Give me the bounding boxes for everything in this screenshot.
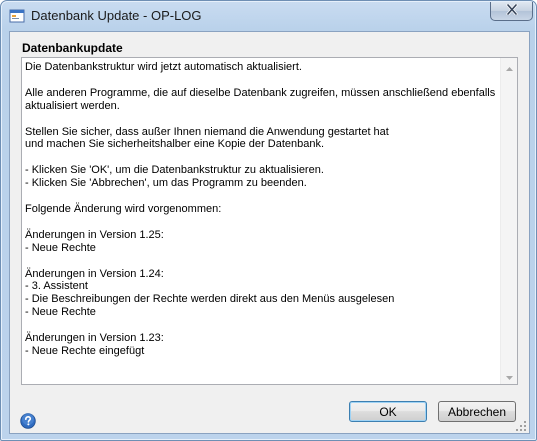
cancel-button[interactable]: Abbrechen <box>438 401 516 422</box>
scroll-down-arrow-icon <box>505 367 513 385</box>
scroll-up-button[interactable] <box>501 58 517 75</box>
scroll-up-arrow-icon <box>505 58 513 76</box>
title-bar[interactable]: Datenbank Update - OP-LOG <box>1 1 536 31</box>
close-icon <box>506 2 518 20</box>
help-icon[interactable] <box>20 413 36 429</box>
app-window-icon <box>9 8 25 24</box>
section-title: Datenbankupdate <box>22 41 123 55</box>
dialog-client-area: Datenbankupdate Die Datenbankstruktur wi… <box>9 31 530 434</box>
dialog-window: Datenbank Update - OP-LOG Datenbankupdat… <box>0 0 537 441</box>
resize-grip-icon[interactable] <box>515 419 527 431</box>
ok-button[interactable]: OK <box>349 401 427 422</box>
vertical-scrollbar[interactable] <box>500 58 517 384</box>
message-text: Die Datenbankstruktur wird jetzt automat… <box>25 61 496 357</box>
window-title: Datenbank Update - OP-LOG <box>31 8 202 23</box>
close-button[interactable] <box>490 2 533 21</box>
scroll-down-button[interactable] <box>501 367 517 384</box>
message-textbox[interactable]: Die Datenbankstruktur wird jetzt automat… <box>21 57 518 385</box>
